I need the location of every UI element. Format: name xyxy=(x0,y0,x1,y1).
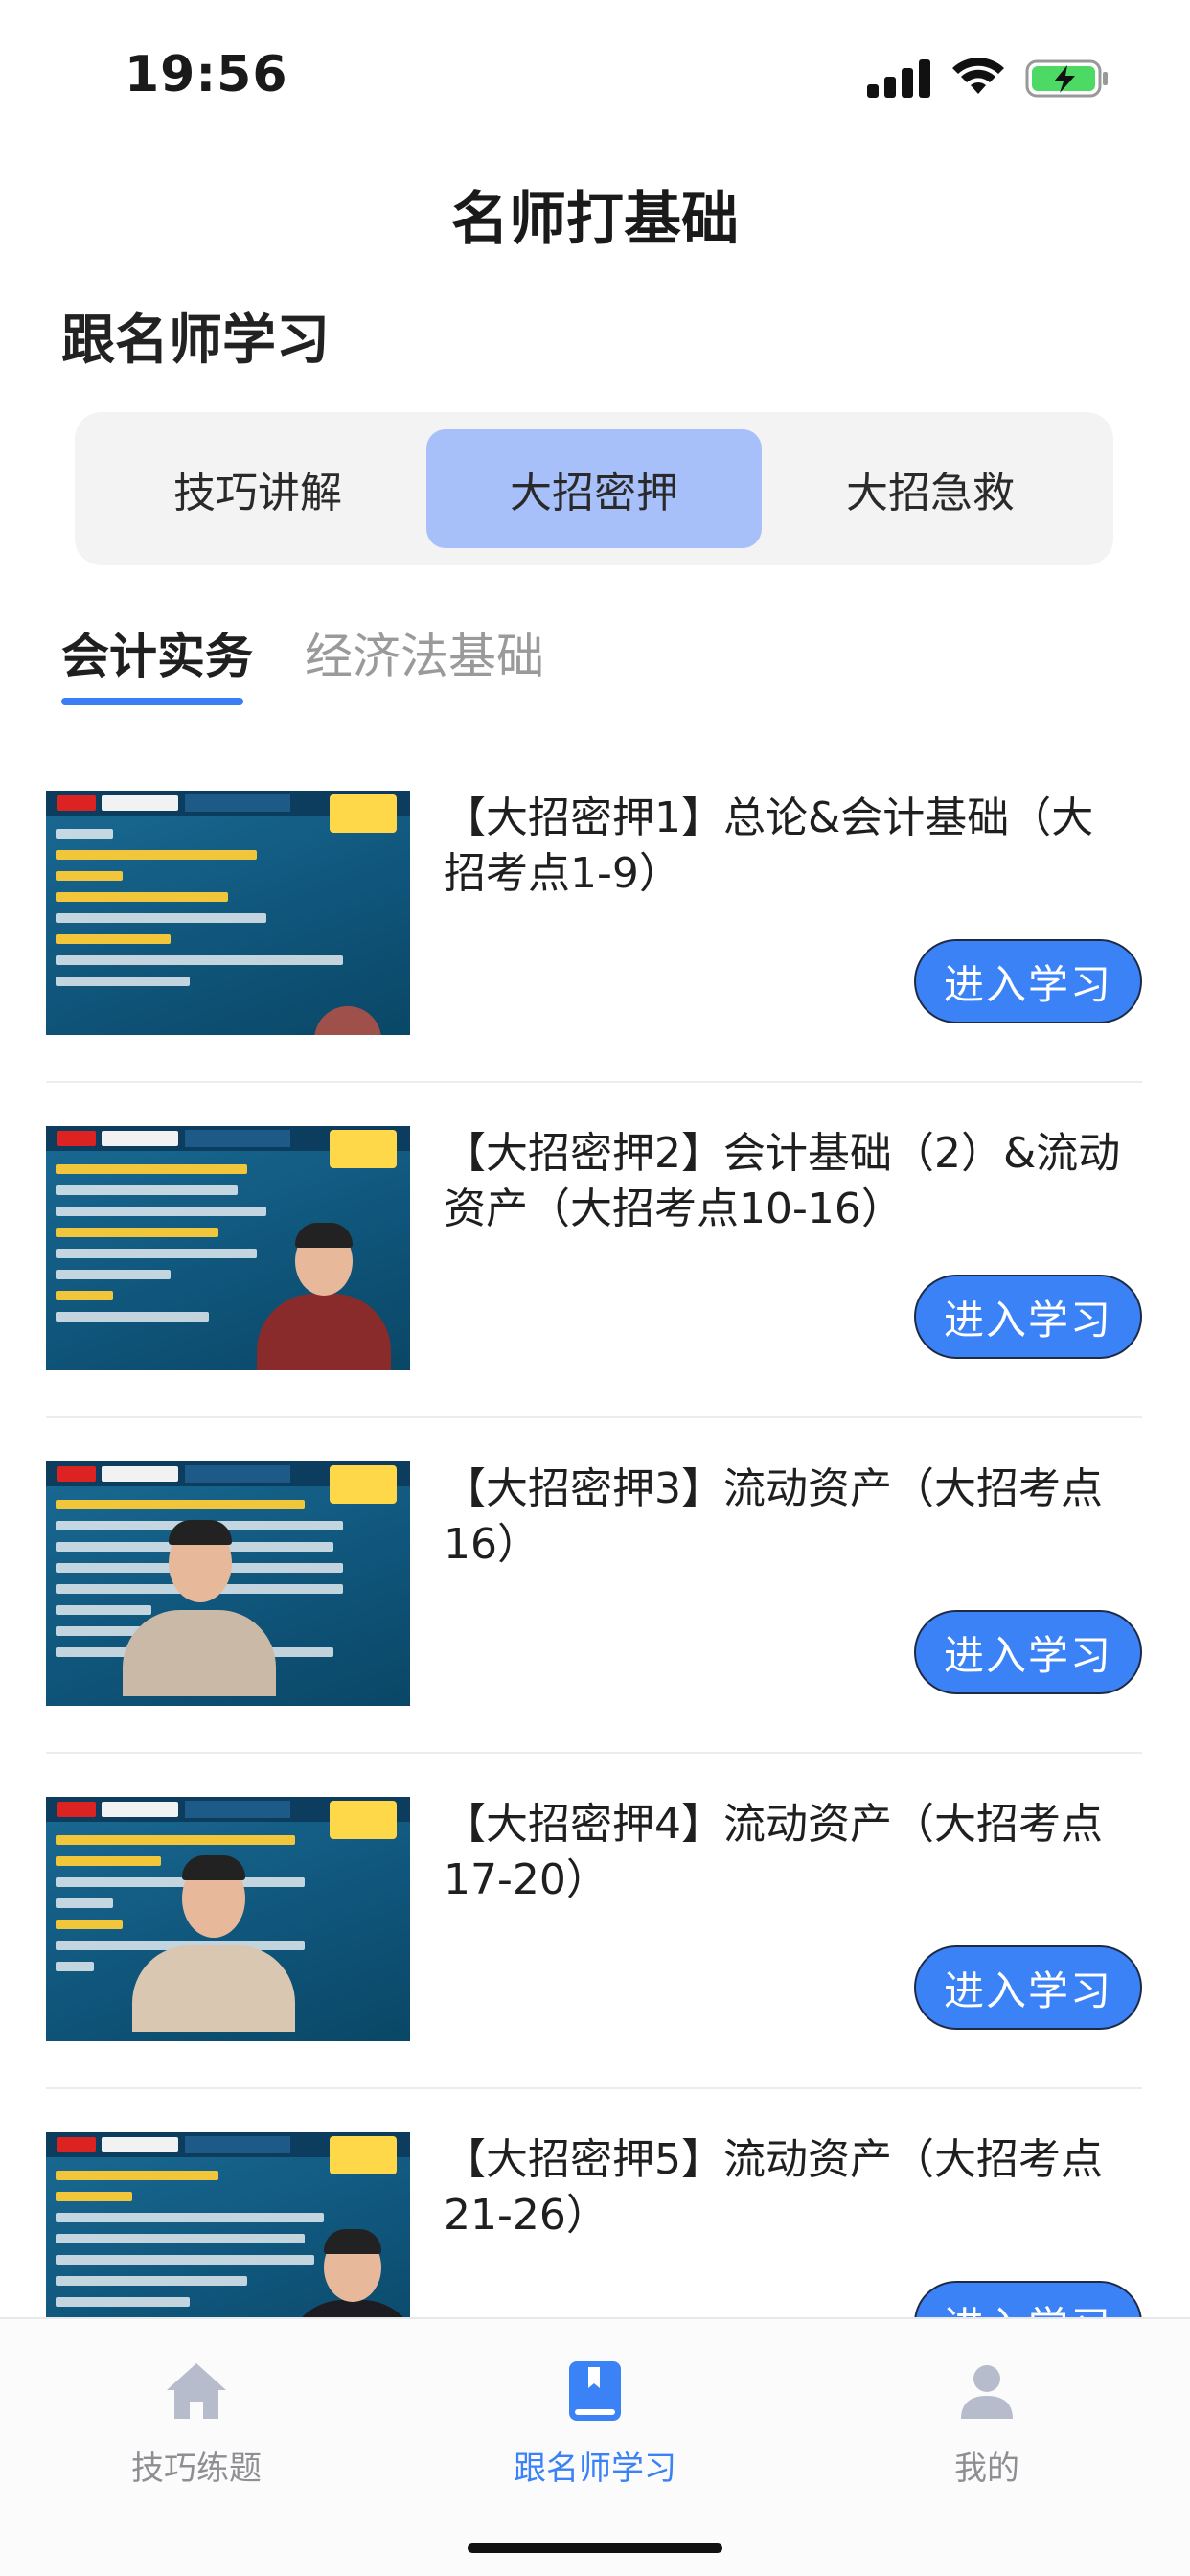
segment-emergency[interactable]: 大招急救 xyxy=(763,429,1098,548)
course-item[interactable]: 【大招密押1】总论&会计基础（大招考点1-9） 进入学习 xyxy=(46,748,1142,1083)
segment-secret-exam[interactable]: 大招密押 xyxy=(426,429,762,548)
teacher-figure xyxy=(286,2223,410,2319)
teacher-figure xyxy=(123,1514,276,1706)
home-indicator xyxy=(468,2543,722,2553)
segment-tips[interactable]: 技巧讲解 xyxy=(90,429,425,548)
home-icon xyxy=(167,2363,226,2419)
enter-study-button[interactable]: 进入学习 xyxy=(914,1945,1142,2030)
teacher-figure xyxy=(132,1850,295,2041)
tab-practice[interactable]: 技巧练题 xyxy=(53,2358,340,2489)
battery-charging-icon xyxy=(1025,59,1108,98)
tab-label: 我的 xyxy=(954,2450,1019,2488)
person-icon xyxy=(961,2365,1013,2419)
tab-mine[interactable]: 我的 xyxy=(843,2358,1131,2489)
course-item[interactable]: 【大招密押3】流动资产（大招考点16） 进入学习 xyxy=(46,1418,1142,1754)
enter-study-button[interactable]: 进入学习 xyxy=(914,1275,1142,1359)
page-title: 名师打基础 xyxy=(451,186,739,253)
course-thumbnail xyxy=(46,1126,410,1370)
enter-study-button[interactable]: 进入学习 xyxy=(914,939,1142,1024)
course-thumbnail xyxy=(46,791,410,1035)
status-time: 19:56 xyxy=(125,46,288,104)
section-title: 跟名师学习 xyxy=(61,310,330,372)
tab-label: 跟名师学习 xyxy=(514,2450,676,2488)
teacher-figure xyxy=(257,1217,391,1370)
enter-study-button[interactable]: 进入学习 xyxy=(914,2281,1142,2319)
tab-learn-with-teacher[interactable]: 跟名师学习 xyxy=(451,2358,739,2489)
course-thumbnail xyxy=(46,2132,410,2319)
bottom-tab-bar: 技巧练题 跟名师学习 我的 xyxy=(0,2317,1190,2576)
course-title: 【大招密押2】会计基础（2）&流动资产（大招考点10-16） xyxy=(444,1129,1121,1233)
wifi-icon xyxy=(952,58,1004,94)
category-segmented-control: 技巧讲解 大招密押 大招急救 xyxy=(75,412,1113,565)
course-thumbnail xyxy=(46,1461,410,1706)
course-title: 【大招密押1】总论&会计基础（大招考点1-9） xyxy=(444,794,1094,898)
tab-accounting-practice[interactable]: 会计实务 xyxy=(61,618,253,687)
course-item[interactable]: 【大招密押5】流动资产（大招考点21-26） 进入学习 xyxy=(46,2089,1142,2319)
book-icon xyxy=(569,2361,621,2421)
tab-label: 技巧练题 xyxy=(131,2450,262,2488)
status-bar: 19:56 xyxy=(0,0,1190,144)
tab-economic-law[interactable]: 经济法基础 xyxy=(305,618,544,687)
course-item[interactable]: 【大招密押4】流动资产（大招考点17-20） 进入学习 xyxy=(46,1754,1142,2089)
course-title: 【大招密押5】流动资产（大招考点21-26） xyxy=(444,2135,1103,2240)
course-title: 【大招密押3】流动资产（大招考点16） xyxy=(444,1464,1103,1569)
enter-study-button[interactable]: 进入学习 xyxy=(914,1610,1142,1694)
course-item[interactable]: 【大招密押2】会计基础（2）&流动资产（大招考点10-16） 进入学习 xyxy=(46,1083,1142,1418)
course-thumbnail xyxy=(46,1797,410,2041)
active-tab-indicator xyxy=(61,698,243,705)
cellular-signal-icon xyxy=(867,58,930,98)
course-list[interactable]: 【大招密押1】总论&会计基础（大招考点1-9） 进入学习 【大招密押2】会计基础… xyxy=(0,748,1190,2319)
course-title: 【大招密押4】流动资产（大招考点17-20） xyxy=(444,1800,1103,1904)
